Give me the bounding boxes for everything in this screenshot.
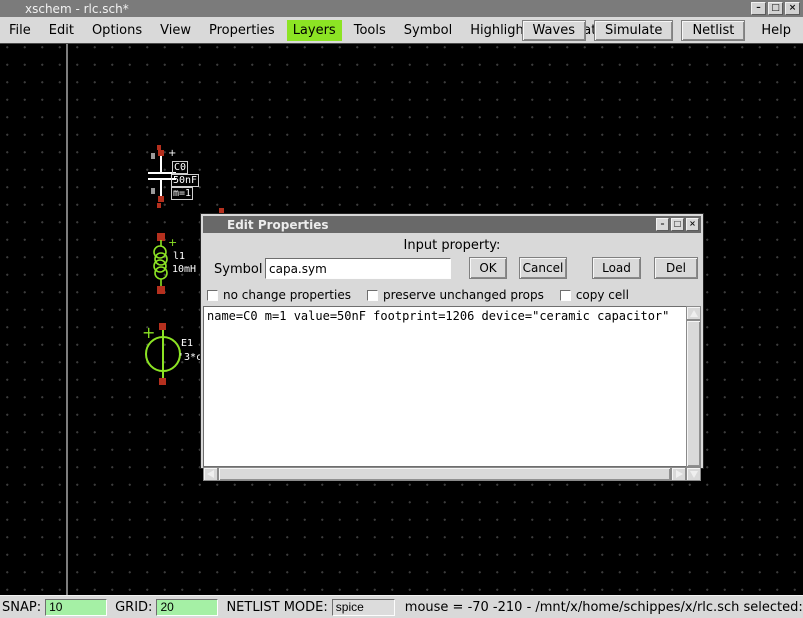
no-change-properties-label[interactable]: no change properties — [223, 288, 351, 302]
dialog-window-controls: – □ × — [656, 218, 699, 231]
netlist-button[interactable]: Netlist — [681, 20, 745, 41]
close-icon[interactable]: × — [785, 2, 800, 15]
source-circle — [145, 336, 181, 372]
preserve-unchanged-props-label[interactable]: preserve unchanged props — [383, 288, 544, 302]
horizontal-scroll-thumb[interactable] — [218, 467, 671, 481]
inductor-bottom-pin[interactable] — [157, 286, 165, 294]
minimize-icon[interactable]: – — [751, 2, 766, 15]
menu-options[interactable]: Options — [86, 20, 148, 41]
dialog-titlebar[interactable]: Edit Properties – □ × — [203, 216, 701, 233]
input-property-prompt: Input property: — [201, 238, 703, 253]
dialog-title: Edit Properties — [227, 218, 329, 232]
menu-file[interactable]: File — [3, 20, 37, 41]
waves-button[interactable]: Waves — [522, 20, 586, 41]
mouse-coordinates-status: mouse = -70 -210 - /mnt/x/home/schippes/… — [405, 600, 803, 615]
inductor-value-label[interactable]: 10mH — [172, 264, 196, 275]
dialog-bottom-row — [203, 467, 701, 481]
origin-axis-line — [66, 44, 68, 595]
load-button[interactable]: Load — [592, 257, 641, 279]
edit-properties-dialog[interactable]: Edit Properties – □ × Input property: Sy… — [200, 213, 704, 469]
ok-button[interactable]: OK — [469, 257, 507, 279]
capacitor-bottom-wire — [160, 180, 162, 196]
grid-label: GRID: — [115, 600, 152, 615]
property-text-region: name=C0 m=1 value=50nF footprint=1206 de… — [203, 306, 701, 467]
preserve-unchanged-props-checkbox[interactable] — [367, 290, 378, 301]
no-change-properties-checkbox[interactable] — [207, 290, 218, 301]
source-top-pin[interactable] — [159, 323, 166, 330]
source-bottom-pin[interactable] — [159, 378, 166, 385]
vertical-scroll-thumb[interactable] — [686, 320, 701, 467]
maximize-icon[interactable]: □ — [768, 2, 783, 15]
capacitor-pin-number-2 — [151, 188, 155, 194]
dialog-minimize-icon[interactable]: – — [656, 218, 669, 231]
del-button[interactable]: Del — [654, 257, 698, 279]
capacitor-value-label[interactable]: 50nF — [171, 174, 199, 187]
scroll-up-icon[interactable] — [686, 306, 701, 320]
capacitor-mult-label[interactable]: m=1 — [171, 187, 193, 200]
dialog-maximize-icon[interactable]: □ — [671, 218, 684, 231]
source-name-label[interactable]: E1 — [181, 338, 193, 349]
grid-input[interactable] — [156, 599, 218, 616]
symbol-input[interactable] — [265, 258, 451, 279]
inductor-coil — [150, 240, 172, 287]
scroll-down-icon[interactable] — [686, 467, 701, 481]
property-textarea[interactable]: name=C0 m=1 value=50nF footprint=1206 de… — [203, 306, 686, 467]
window-title: xschem - rlc.sch* — [25, 2, 129, 16]
menu-layers[interactable]: Layers — [287, 20, 342, 41]
source-value-label[interactable]: '3*c — [178, 352, 202, 363]
statusbar: SNAP: GRID: NETLIST MODE: mouse = -70 -2… — [0, 595, 803, 618]
capacitor-bottom-pin[interactable] — [158, 196, 164, 202]
scroll-left-icon[interactable] — [203, 467, 218, 481]
capacitor-name-label[interactable]: C0 — [172, 161, 188, 174]
symbol-label: Symbol — [214, 262, 262, 277]
menu-edit[interactable]: Edit — [43, 20, 80, 41]
window-controls: – □ × — [751, 2, 800, 15]
window-titlebar[interactable]: xschem - rlc.sch* – □ × — [0, 0, 803, 17]
scroll-right-icon[interactable] — [671, 467, 686, 481]
capacitor-bottom-pin-label — [157, 203, 161, 208]
dialog-close-icon[interactable]: × — [686, 218, 699, 231]
capacitor-pin-number-1 — [151, 153, 155, 159]
cancel-button[interactable]: Cancel — [519, 257, 567, 279]
horizontal-scrollbar[interactable] — [203, 467, 686, 481]
menu-tools[interactable]: Tools — [348, 20, 392, 41]
vertical-scrollbar[interactable] — [686, 306, 701, 467]
simulate-button[interactable]: Simulate — [594, 20, 673, 41]
menu-properties[interactable]: Properties — [203, 20, 281, 41]
snap-label: SNAP: — [2, 600, 41, 615]
copy-cell-label[interactable]: copy cell — [576, 288, 629, 302]
netlist-mode-input[interactable] — [332, 599, 395, 616]
menubar: File Edit Options View Properties Layers… — [0, 17, 803, 44]
menu-view[interactable]: View — [154, 20, 197, 41]
checkbox-row: no change properties preserve unchanged … — [207, 288, 703, 302]
netlist-mode-label: NETLIST MODE: — [226, 600, 327, 615]
capacitor-plus-sign: + — [168, 149, 176, 159]
symbol-row: Symbol OK Cancel Load Del — [201, 255, 703, 283]
copy-cell-checkbox[interactable] — [560, 290, 571, 301]
inductor-name-label[interactable]: l1 — [173, 251, 185, 262]
capacitor-top-wire — [160, 156, 162, 172]
snap-input[interactable] — [45, 599, 107, 616]
menu-help[interactable]: Help — [753, 20, 799, 41]
menu-symbol[interactable]: Symbol — [398, 20, 458, 41]
menubar-actions: Waves Simulate Netlist Help — [522, 20, 799, 41]
